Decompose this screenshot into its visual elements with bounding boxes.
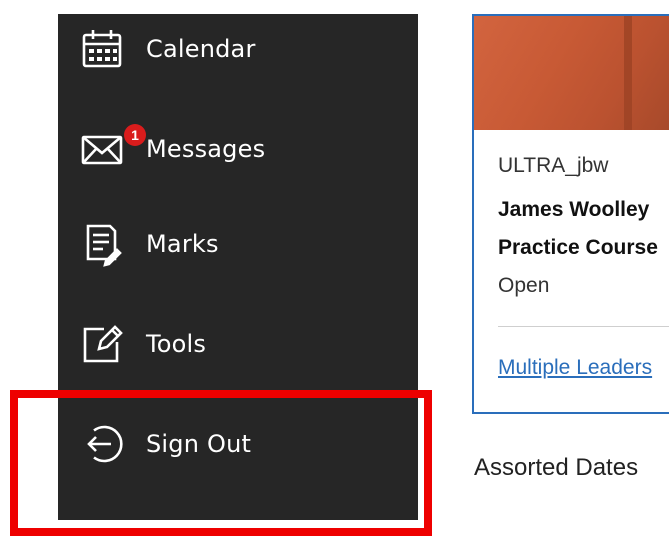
section-heading: Assorted Dates [474, 454, 639, 481]
nav-label-marks: Marks [146, 230, 219, 258]
marks-document-icon [78, 220, 126, 268]
nav-item-tools[interactable]: Tools [58, 309, 418, 379]
course-instructor: James Woolley [498, 198, 650, 221]
nav-label-sign-out: Sign Out [146, 430, 252, 458]
calendar-icon [78, 25, 126, 73]
nav-item-messages[interactable]: 1 Messages [58, 114, 418, 184]
nav-label-tools: Tools [146, 330, 207, 358]
edit-square-icon [78, 320, 126, 368]
nav-label-messages: Messages [146, 135, 266, 163]
course-id: ULTRA_jbw [498, 154, 609, 177]
course-name[interactable]: Practice Course [498, 236, 658, 260]
multiple-leaders-link[interactable]: Multiple Leaders [498, 356, 652, 380]
side-navigation: Calendar 1 Messages Marks Tools Sign Out [58, 14, 418, 520]
card-divider [498, 326, 669, 327]
nav-item-marks[interactable]: Marks [58, 209, 418, 279]
sign-out-icon [78, 420, 126, 468]
nav-label-calendar: Calendar [146, 35, 256, 63]
unread-count-badge: 1 [124, 124, 146, 146]
course-banner-image [474, 16, 669, 130]
nav-item-sign-out[interactable]: Sign Out [58, 409, 418, 479]
nav-item-calendar[interactable]: Calendar [58, 14, 418, 84]
course-card[interactable]: ULTRA_jbw James Woolley Practice Course … [472, 14, 669, 414]
course-status: Open [498, 274, 550, 297]
envelope-icon: 1 [78, 124, 146, 173]
